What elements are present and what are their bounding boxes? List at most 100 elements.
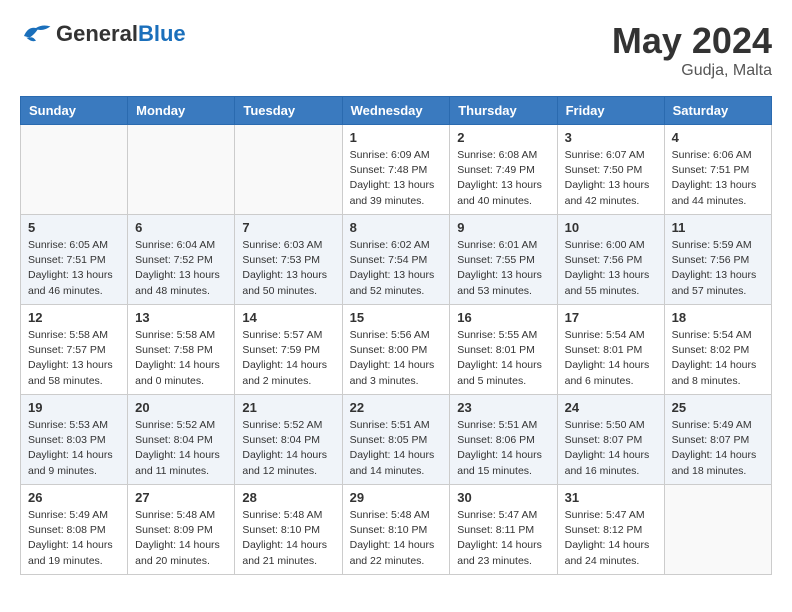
- calendar-cell: 31 Sunrise: 5:47 AM Sunset: 8:12 PM Dayli…: [557, 485, 664, 575]
- day-number: 12: [28, 310, 120, 325]
- day-number: 9: [457, 220, 549, 235]
- day-number: 18: [672, 310, 764, 325]
- calendar-cell: 1Sunrise: 6:09 AM Sunset: 7:48 PM Daylig…: [342, 125, 450, 215]
- calendar-day-header: Thursday: [450, 97, 557, 125]
- day-info: Sunrise: 5:50 AM Sunset: 8:07 PM Dayligh…: [565, 418, 657, 479]
- day-info: Sunrise: 5:58 AM Sunset: 7:57 PM Dayligh…: [28, 328, 120, 389]
- day-info: Sunrise: 5:52 AM Sunset: 8:04 PM Dayligh…: [135, 418, 227, 479]
- logo: GeneralBlue: [20, 20, 186, 48]
- day-info: Sunrise: 6:03 AM Sunset: 7:53 PM Dayligh…: [242, 238, 334, 299]
- day-number: 10: [565, 220, 657, 235]
- day-number: 27: [135, 490, 227, 505]
- day-number: 7: [242, 220, 334, 235]
- logo-icon: [20, 20, 52, 48]
- calendar-cell: 19 Sunrise: 5:53 AM Sunset: 8:03 PM Dayli…: [21, 395, 128, 485]
- calendar-cell: 24 Sunrise: 5:50 AM Sunset: 8:07 PM Dayli…: [557, 395, 664, 485]
- day-number: 19: [28, 400, 120, 415]
- calendar-cell: 17Sunrise: 5:54 AM Sunset: 8:01 PM Dayli…: [557, 305, 664, 395]
- day-number: 25: [672, 400, 764, 415]
- calendar-cell: [128, 125, 235, 215]
- calendar-cell: [21, 125, 128, 215]
- day-info: Sunrise: 5:47 AM Sunset: 8:12 PM Dayligh…: [565, 508, 657, 569]
- calendar-cell: 6Sunrise: 6:04 AM Sunset: 7:52 PM Daylig…: [128, 215, 235, 305]
- day-number: 1: [350, 130, 443, 145]
- day-info: Sunrise: 5:48 AM Sunset: 8:10 PM Dayligh…: [350, 508, 443, 569]
- calendar-cell: 10 Sunrise: 6:00 AM Sunset: 7:56 PM Dayli…: [557, 215, 664, 305]
- logo-text: GeneralBlue: [56, 21, 186, 47]
- day-number: 29: [350, 490, 443, 505]
- day-info: Sunrise: 5:51 AM Sunset: 8:06 PM Dayligh…: [457, 418, 549, 479]
- calendar-cell: 16 Sunrise: 5:55 AM Sunset: 8:01 PM Dayli…: [450, 305, 557, 395]
- day-info: Sunrise: 5:49 AM Sunset: 8:07 PM Dayligh…: [672, 418, 764, 479]
- calendar-week-row: 12 Sunrise: 5:58 AM Sunset: 7:57 PM Dayli…: [21, 305, 772, 395]
- day-number: 21: [242, 400, 334, 415]
- calendar-cell: 13 Sunrise: 5:58 AM Sunset: 7:58 PM Dayli…: [128, 305, 235, 395]
- day-info: Sunrise: 5:56 AM Sunset: 8:00 PM Dayligh…: [350, 328, 443, 389]
- day-info: Sunrise: 5:59 AM Sunset: 7:56 PM Dayligh…: [672, 238, 764, 299]
- calendar-cell: 25 Sunrise: 5:49 AM Sunset: 8:07 PM Dayli…: [664, 395, 771, 485]
- calendar-day-header: Friday: [557, 97, 664, 125]
- day-number: 11: [672, 220, 764, 235]
- day-number: 5: [28, 220, 120, 235]
- day-info: Sunrise: 6:05 AM Sunset: 7:51 PM Dayligh…: [28, 238, 120, 299]
- calendar-day-header: Tuesday: [235, 97, 342, 125]
- day-info: Sunrise: 5:54 AM Sunset: 8:02 PM Dayligh…: [672, 328, 764, 389]
- day-info: Sunrise: 5:55 AM Sunset: 8:01 PM Dayligh…: [457, 328, 549, 389]
- page-header: GeneralBlue May 2024 Gudja, Malta: [20, 20, 772, 80]
- calendar-cell: 7 Sunrise: 6:03 AM Sunset: 7:53 PM Daylig…: [235, 215, 342, 305]
- calendar-cell: 9 Sunrise: 6:01 AM Sunset: 7:55 PM Daylig…: [450, 215, 557, 305]
- day-info: Sunrise: 6:01 AM Sunset: 7:55 PM Dayligh…: [457, 238, 549, 299]
- day-info: Sunrise: 5:51 AM Sunset: 8:05 PM Dayligh…: [350, 418, 443, 479]
- calendar-cell: 2 Sunrise: 6:08 AM Sunset: 7:49 PM Daylig…: [450, 125, 557, 215]
- day-number: 20: [135, 400, 227, 415]
- calendar-cell: 14 Sunrise: 5:57 AM Sunset: 7:59 PM Dayli…: [235, 305, 342, 395]
- month-year-title: May 2024: [612, 20, 772, 62]
- day-number: 8: [350, 220, 443, 235]
- calendar-week-row: 19 Sunrise: 5:53 AM Sunset: 8:03 PM Dayli…: [21, 395, 772, 485]
- logo-general: General: [56, 21, 138, 46]
- calendar-cell: 5 Sunrise: 6:05 AM Sunset: 7:51 PM Daylig…: [21, 215, 128, 305]
- day-info: Sunrise: 5:58 AM Sunset: 7:58 PM Dayligh…: [135, 328, 227, 389]
- calendar-table: SundayMondayTuesdayWednesdayThursdayFrid…: [20, 96, 772, 575]
- day-info: Sunrise: 5:53 AM Sunset: 8:03 PM Dayligh…: [28, 418, 120, 479]
- day-number: 30: [457, 490, 549, 505]
- calendar-week-row: 5 Sunrise: 6:05 AM Sunset: 7:51 PM Daylig…: [21, 215, 772, 305]
- day-info: Sunrise: 5:52 AM Sunset: 8:04 PM Dayligh…: [242, 418, 334, 479]
- calendar-cell: 12 Sunrise: 5:58 AM Sunset: 7:57 PM Dayli…: [21, 305, 128, 395]
- day-info: Sunrise: 6:00 AM Sunset: 7:56 PM Dayligh…: [565, 238, 657, 299]
- calendar-cell: [664, 485, 771, 575]
- title-block: May 2024 Gudja, Malta: [612, 20, 772, 80]
- day-info: Sunrise: 6:07 AM Sunset: 7:50 PM Dayligh…: [565, 148, 657, 209]
- day-info: Sunrise: 5:47 AM Sunset: 8:11 PM Dayligh…: [457, 508, 549, 569]
- day-number: 16: [457, 310, 549, 325]
- day-info: Sunrise: 5:57 AM Sunset: 7:59 PM Dayligh…: [242, 328, 334, 389]
- day-number: 14: [242, 310, 334, 325]
- calendar-cell: 26 Sunrise: 5:49 AM Sunset: 8:08 PM Dayli…: [21, 485, 128, 575]
- day-number: 13: [135, 310, 227, 325]
- day-info: Sunrise: 5:48 AM Sunset: 8:09 PM Dayligh…: [135, 508, 227, 569]
- calendar-cell: 18 Sunrise: 5:54 AM Sunset: 8:02 PM Dayli…: [664, 305, 771, 395]
- day-info: Sunrise: 5:49 AM Sunset: 8:08 PM Dayligh…: [28, 508, 120, 569]
- calendar-cell: 11 Sunrise: 5:59 AM Sunset: 7:56 PM Dayli…: [664, 215, 771, 305]
- calendar-day-header: Wednesday: [342, 97, 450, 125]
- day-number: 24: [565, 400, 657, 415]
- day-number: 4: [672, 130, 764, 145]
- day-number: 3: [565, 130, 657, 145]
- location-label: Gudja, Malta: [612, 62, 772, 80]
- calendar-cell: 23Sunrise: 5:51 AM Sunset: 8:06 PM Dayli…: [450, 395, 557, 485]
- calendar-cell: 22Sunrise: 5:51 AM Sunset: 8:05 PM Dayli…: [342, 395, 450, 485]
- calendar-week-row: 26 Sunrise: 5:49 AM Sunset: 8:08 PM Dayli…: [21, 485, 772, 575]
- logo-blue: Blue: [138, 21, 186, 46]
- calendar-day-header: Saturday: [664, 97, 771, 125]
- day-number: 6: [135, 220, 227, 235]
- day-number: 17: [565, 310, 657, 325]
- day-number: 15: [350, 310, 443, 325]
- day-number: 2: [457, 130, 549, 145]
- calendar-cell: 15 Sunrise: 5:56 AM Sunset: 8:00 PM Dayli…: [342, 305, 450, 395]
- day-number: 31: [565, 490, 657, 505]
- day-info: Sunrise: 6:06 AM Sunset: 7:51 PM Dayligh…: [672, 148, 764, 209]
- day-number: 26: [28, 490, 120, 505]
- calendar-cell: [235, 125, 342, 215]
- calendar-cell: 21 Sunrise: 5:52 AM Sunset: 8:04 PM Dayli…: [235, 395, 342, 485]
- day-info: Sunrise: 6:08 AM Sunset: 7:49 PM Dayligh…: [457, 148, 549, 209]
